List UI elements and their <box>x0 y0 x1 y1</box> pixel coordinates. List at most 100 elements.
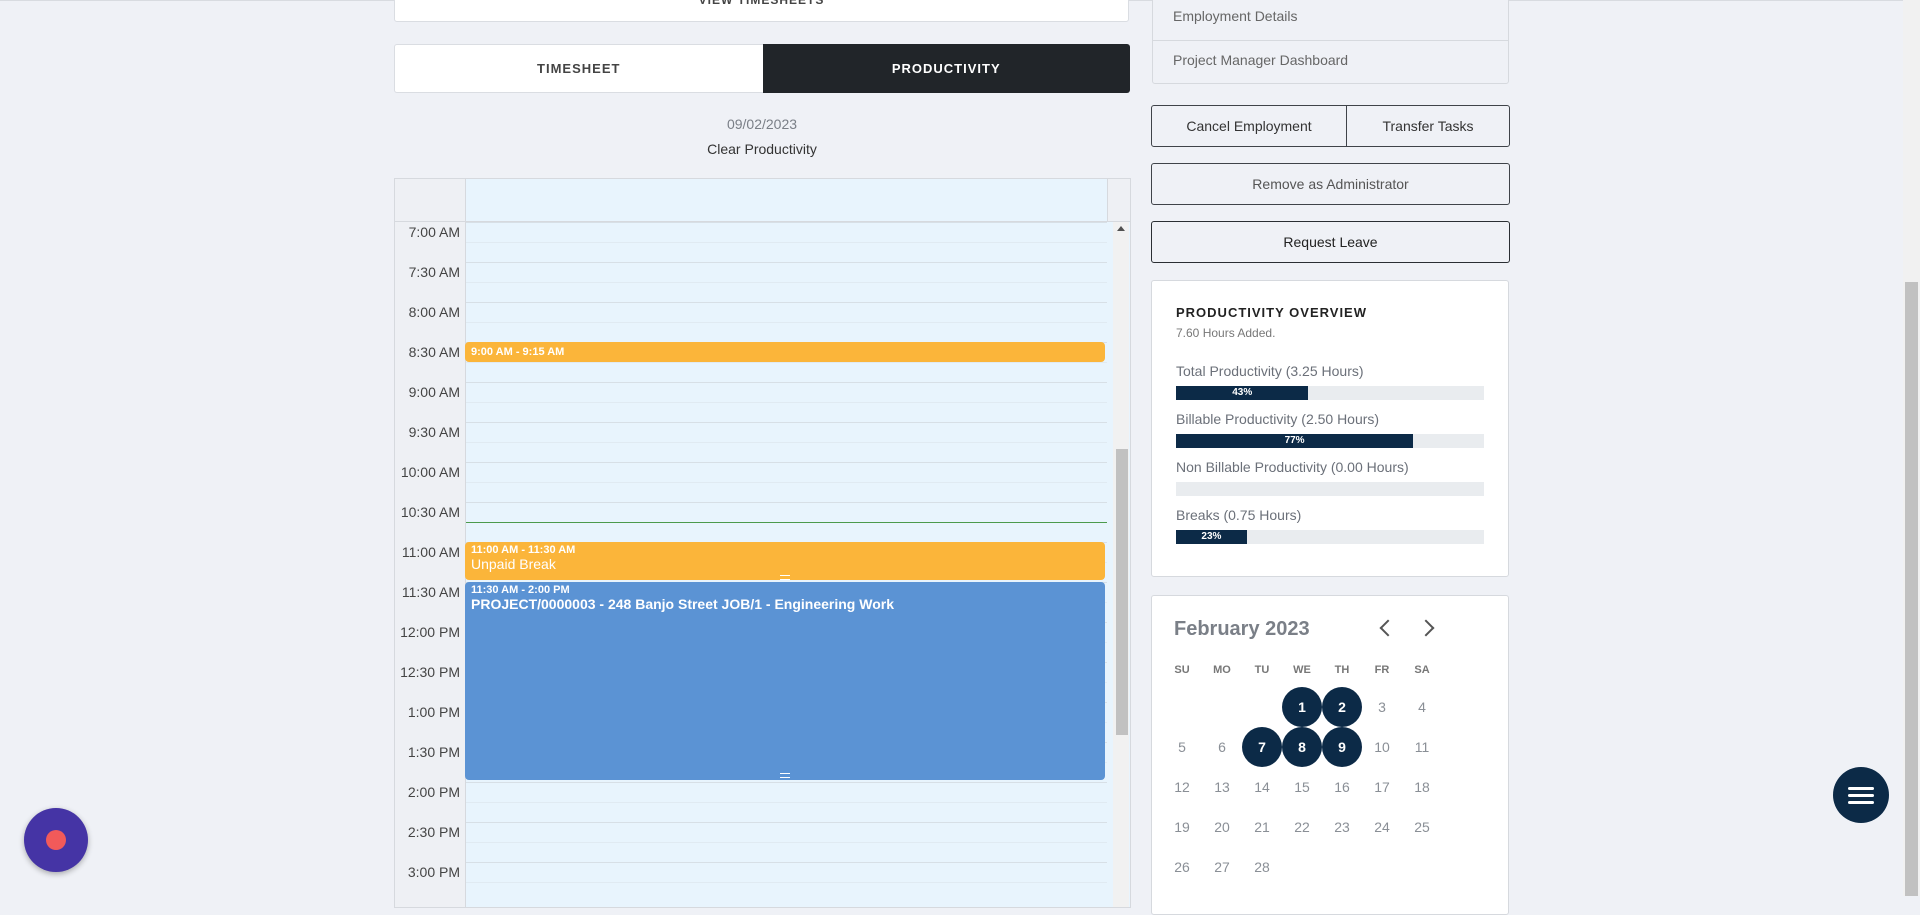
time-slot-line <box>466 782 1107 783</box>
time-label: 9:00 AM <box>408 384 460 400</box>
hamburger-line <box>1848 786 1874 790</box>
event-resize-handle[interactable] <box>780 773 790 778</box>
calendar-day[interactable]: 20 <box>1202 807 1242 847</box>
day-of-week-label: MO <box>1213 664 1231 676</box>
menu-project-manager-dashboard[interactable]: Project Manager Dashboard <box>1173 52 1348 68</box>
calendar-day[interactable]: 8 <box>1282 727 1322 767</box>
time-slot-line <box>466 822 1107 823</box>
employee-menu: Employment Details Project Manager Dashb… <box>1152 0 1509 84</box>
calendar-day[interactable]: 23 <box>1322 807 1362 847</box>
progress-fill: 77% <box>1176 434 1414 448</box>
record-icon <box>46 830 66 850</box>
time-slot-line <box>466 382 1107 383</box>
tab-timesheet[interactable]: TIMESHEET <box>394 44 763 93</box>
time-slot-subline <box>466 442 1107 443</box>
page-scroll-thumb[interactable] <box>1905 282 1918 896</box>
calendar-day[interactable]: 17 <box>1362 767 1402 807</box>
productivity-title: PRODUCTIVITY OVERVIEW <box>1176 305 1367 320</box>
calendar-day[interactable]: 24 <box>1362 807 1402 847</box>
calendar-day[interactable]: 2 <box>1322 687 1362 727</box>
calendar-day[interactable]: 21 <box>1242 807 1282 847</box>
calendar-event[interactable]: 11:30 AM - 2:00 PM PROJECT/0000003 - 248… <box>465 582 1105 780</box>
day-of-week-label: FR <box>1374 664 1390 676</box>
time-label: 2:30 PM <box>407 824 460 840</box>
time-slot-subline <box>466 242 1107 243</box>
time-slot-line <box>466 222 1107 223</box>
progress-bar <box>1176 482 1484 496</box>
tab-bar: TIMESHEET PRODUCTIVITY <box>394 44 1130 93</box>
calendar-day[interactable]: 14 <box>1242 767 1282 807</box>
day-calendar: 7:00 AM 7:30 AM 8:00 AM 8:30 AM 9:00 AM 9:30 … <box>394 178 1131 908</box>
time-label: 12:00 PM <box>400 624 460 640</box>
time-label: 1:30 PM <box>407 744 460 760</box>
day-of-week-label: SU <box>1174 664 1190 676</box>
day-of-week-label: SA <box>1414 664 1430 676</box>
time-slot-line <box>466 262 1107 263</box>
event-resize-handle[interactable] <box>780 575 790 580</box>
calendar-day[interactable]: 12 <box>1162 767 1202 807</box>
calendar-scroll-thumb[interactable] <box>1116 449 1128 735</box>
calendar-event[interactable]: 9:00 AM - 9:15 AM <box>465 342 1105 362</box>
tab-productivity[interactable]: PRODUCTIVITY <box>762 44 1130 93</box>
calendar-event[interactable]: 11:00 AM - 11:30 AM Unpaid Break <box>465 542 1105 580</box>
time-slot-subline <box>466 322 1107 323</box>
time-label: 11:00 AM <box>401 544 460 560</box>
calendar-day[interactable]: 16 <box>1322 767 1362 807</box>
calendar-day[interactable]: 3 <box>1362 687 1402 727</box>
time-label: 10:00 AM <box>400 464 460 480</box>
calendar-day[interactable]: 11 <box>1402 727 1442 767</box>
calendar-header-gutter <box>395 179 466 222</box>
time-slot-line <box>466 462 1107 463</box>
view-timesheets-button[interactable]: VIEW TIMESHEETS <box>394 0 1129 22</box>
time-label: 8:00 AM <box>408 304 460 320</box>
record-button[interactable] <box>24 808 88 872</box>
calendar-day[interactable]: 15 <box>1282 767 1322 807</box>
time-label: 2:00 PM <box>407 784 460 800</box>
bar-label: Billable Productivity (2.50 Hours) <box>1176 411 1380 427</box>
bar-label: Total Productivity (3.25 Hours) <box>1176 363 1364 379</box>
calendar-day[interactable]: 22 <box>1282 807 1322 847</box>
transfer-tasks-button[interactable]: Transfer Tasks <box>1346 105 1510 147</box>
menu-employment-details[interactable]: Employment Details <box>1173 8 1298 24</box>
cancel-employment-button[interactable]: Cancel Employment <box>1151 105 1347 147</box>
calendar-day[interactable]: 4 <box>1402 687 1442 727</box>
time-slot-subline <box>466 362 1107 363</box>
calendar-day[interactable]: 18 <box>1402 767 1442 807</box>
calendar-day[interactable]: 1 <box>1282 687 1322 727</box>
calendar-day[interactable]: 28 <box>1242 847 1282 887</box>
event-time: 11:00 AM - 11:30 AM <box>471 544 576 556</box>
time-slot-line <box>466 302 1107 303</box>
request-leave-button[interactable]: Request Leave <box>1151 221 1510 263</box>
progress-bar: 77% <box>1176 434 1484 448</box>
time-label: 10:30 AM <box>400 504 460 520</box>
productivity-overview-card: PRODUCTIVITY OVERVIEW 7.60 Hours Added. … <box>1151 280 1509 577</box>
remove-administrator-button[interactable]: Remove as Administrator <box>1151 163 1510 205</box>
progress-bar: 23% <box>1176 530 1484 544</box>
calendar-day[interactable]: 13 <box>1202 767 1242 807</box>
time-slot-subline <box>466 802 1107 803</box>
time-label: 8:30 AM <box>408 344 460 360</box>
day-of-week-label: TU <box>1254 664 1270 676</box>
calendar-day[interactable]: 10 <box>1362 727 1402 767</box>
hamburger-icon[interactable] <box>1833 767 1889 823</box>
calendar-day[interactable]: 9 <box>1322 727 1362 767</box>
clear-productivity-link[interactable]: Clear Productivity <box>394 141 1130 157</box>
time-label: 7:30 AM <box>408 264 460 280</box>
calendar-day[interactable]: 19 <box>1162 807 1202 847</box>
chevron-right-icon[interactable] <box>1417 619 1435 637</box>
calendar-day[interactable]: 7 <box>1242 727 1282 767</box>
time-slot-subline <box>466 842 1107 843</box>
chevron-left-icon[interactable] <box>1379 619 1397 637</box>
calendar-day[interactable]: 5 <box>1162 727 1202 767</box>
calendar-day[interactable]: 25 <box>1402 807 1442 847</box>
day-of-week-label: TH <box>1334 664 1350 676</box>
calendar-day[interactable]: 27 <box>1202 847 1242 887</box>
calendar-day[interactable]: 26 <box>1162 847 1202 887</box>
time-slot-subline <box>466 482 1107 483</box>
calendar-day[interactable]: 6 <box>1202 727 1242 767</box>
month-title: February 2023 <box>1174 618 1310 640</box>
time-label: 1:00 PM <box>407 704 460 720</box>
scroll-up-arrow-icon[interactable] <box>1117 226 1125 231</box>
time-slot-subline <box>466 402 1107 403</box>
time-gutter: 7:00 AM 7:30 AM 8:00 AM 8:30 AM 9:00 AM 9:30 … <box>395 222 466 907</box>
